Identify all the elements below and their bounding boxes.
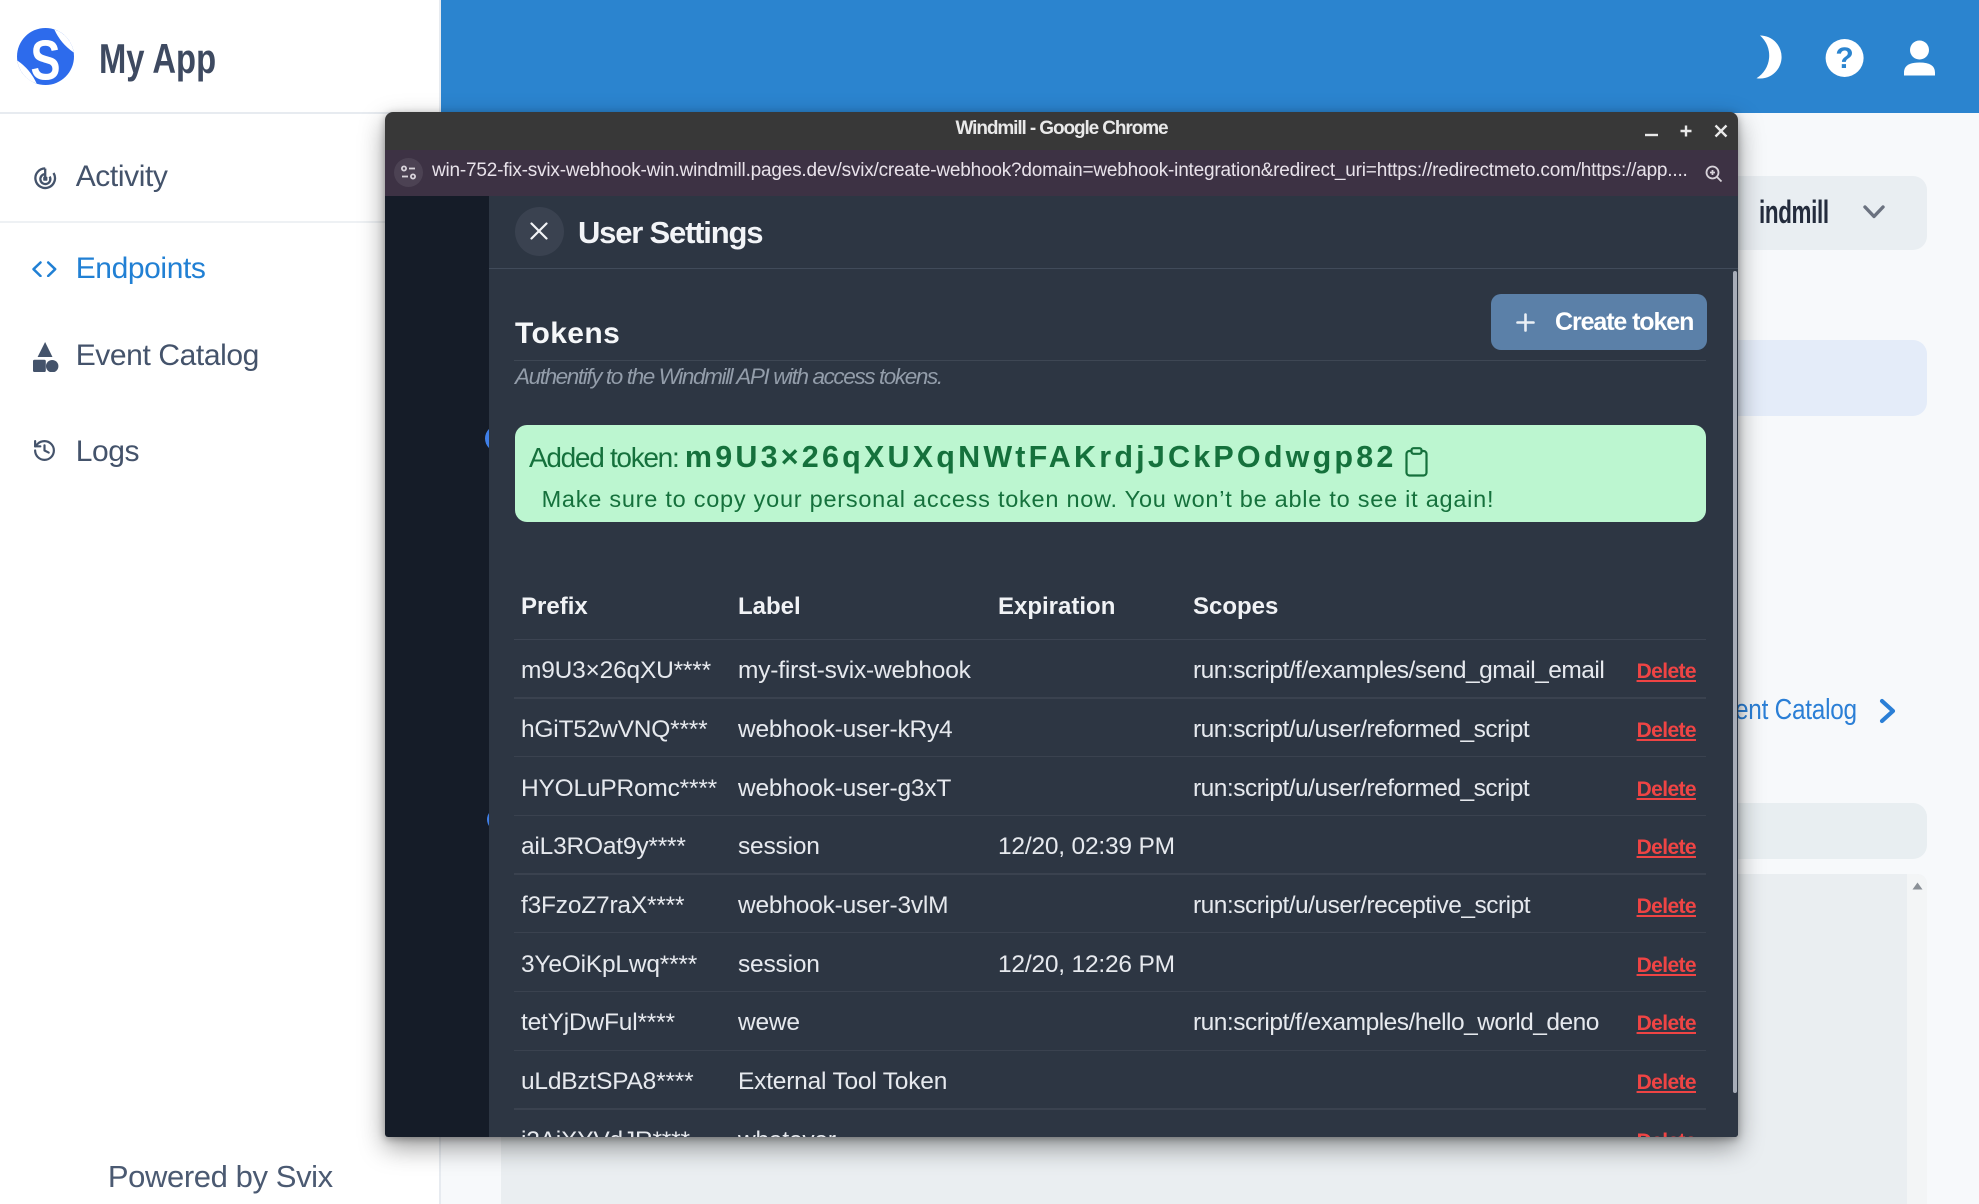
svg-text:?: ? [1835, 42, 1853, 75]
svg-text:S: S [30, 29, 60, 85]
